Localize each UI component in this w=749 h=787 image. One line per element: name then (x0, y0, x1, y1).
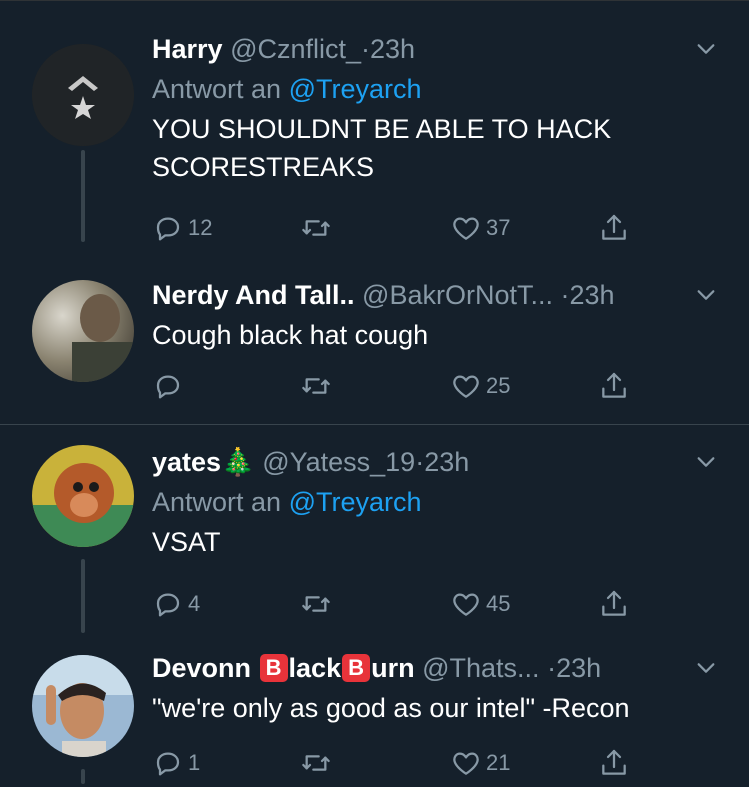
tweet-yates[interactable]: yates🎄 @Yatess_19·23h Antwort an @Treyar… (0, 425, 749, 635)
heart-icon (453, 375, 479, 398)
retweet-button[interactable] (300, 212, 336, 244)
like-count: 37 (486, 215, 511, 240)
letter-b-badge: B (259, 654, 288, 682)
share-button[interactable] (598, 370, 630, 402)
author-name[interactable]: yates (152, 447, 221, 477)
heart-icon (453, 217, 479, 240)
like-count: 21 (486, 750, 511, 775)
timestamp[interactable]: 23h (370, 34, 415, 64)
like-count: 25 (486, 373, 511, 398)
share-icon (602, 749, 626, 775)
author-name[interactable]: Devonn Black Burn (152, 653, 415, 683)
author-handle[interactable]: @Yatess_19 (262, 447, 415, 477)
avatar-harry[interactable] (32, 44, 134, 146)
separator-dot: · (361, 34, 371, 64)
chevron-down-icon[interactable] (695, 657, 717, 679)
reply-mention-link[interactable]: @Treyarch (289, 74, 422, 104)
thread-line (81, 559, 85, 633)
author-handle[interactable]: @Cznflict_ (230, 34, 361, 64)
reply-icon (156, 752, 180, 776)
reply-prefix: Antwort an (152, 487, 282, 517)
tweet-actions: 25 (152, 370, 652, 410)
author-handle[interactable]: @Thats... (422, 653, 539, 683)
tweet-devonn[interactable]: Devonn Black Burn @Thats... ·23h "we're o… (0, 635, 749, 784)
timestamp[interactable]: 23h (424, 447, 469, 477)
tweet-header: Nerdy And Tall.. @BakrOrNotT... ·23h (152, 278, 729, 312)
tweet-harry[interactable]: Harry @Cznflict_·23h Antwort an @Treyarc… (0, 0, 749, 260)
share-button[interactable] (598, 588, 630, 620)
reply-icon (156, 593, 180, 617)
tweet-actions: 4 45 (152, 588, 652, 628)
timestamp[interactable]: 23h (556, 653, 601, 683)
christmas-tree-icon: 🎄 (221, 447, 255, 477)
like-button[interactable]: 25 (450, 370, 510, 402)
tweet-nerdy[interactable]: Nerdy And Tall.. @BakrOrNotT... ·23h Cou… (0, 260, 749, 424)
reply-button[interactable]: 1 (152, 747, 200, 779)
tweet-text: Cough black hat cough (152, 320, 429, 350)
letter-b-badge: B (342, 654, 371, 682)
thread-line (81, 150, 85, 242)
share-button[interactable] (598, 747, 630, 779)
reply-context: Antwort an @Treyarch (152, 72, 729, 106)
retweet-button[interactable] (300, 588, 336, 620)
share-icon (602, 590, 626, 616)
author-name[interactable]: Nerdy And Tall.. (152, 280, 355, 310)
separator-dot: · (547, 653, 557, 683)
timestamp[interactable]: 23h (570, 280, 615, 310)
chevron-down-icon[interactable] (695, 451, 717, 473)
reply-context: Antwort an @Treyarch (152, 485, 729, 519)
reply-icon (156, 375, 180, 399)
tweet-actions: 1 21 (152, 747, 652, 787)
tweet-text: YOU SHOULDNT BE ABLE TO HACK SCORESTREAK… (152, 114, 612, 182)
retweet-icon (302, 378, 330, 394)
tweet-header: yates🎄 @Yatess_19·23h (152, 445, 729, 479)
share-icon (602, 372, 626, 398)
retweet-icon (302, 220, 330, 236)
author-name[interactable]: Harry (152, 34, 223, 64)
retweet-button[interactable] (300, 747, 336, 779)
author-name-part: Devonn (152, 653, 252, 683)
chevron-down-icon[interactable] (695, 284, 717, 306)
author-name-part: lack (288, 653, 342, 683)
share-button[interactable] (598, 212, 630, 244)
reply-prefix: Antwort an (152, 74, 282, 104)
reply-count: 4 (188, 591, 201, 616)
tweet-header: Harry @Cznflict_·23h (152, 32, 729, 66)
tweet-text: VSAT (152, 527, 221, 557)
chevron-down-icon[interactable] (695, 38, 717, 60)
reply-count: 12 (188, 215, 213, 240)
heart-icon (453, 593, 479, 616)
reply-button[interactable] (152, 370, 188, 402)
retweet-icon (302, 596, 330, 612)
like-button[interactable]: 37 (450, 212, 510, 244)
reply-icon (156, 217, 180, 241)
author-handle[interactable]: @BakrOrNotT... (362, 280, 553, 310)
like-count: 45 (486, 591, 511, 616)
retweet-icon (302, 755, 330, 771)
reply-button[interactable]: 4 (152, 588, 200, 620)
avatar-yates[interactable] (32, 445, 134, 547)
tweet-actions: 12 37 (152, 212, 652, 252)
share-icon (602, 214, 626, 240)
reply-count: 1 (188, 750, 201, 775)
retweet-button[interactable] (300, 370, 336, 402)
separator-dot: · (415, 447, 425, 477)
avatar-nerdy[interactable] (32, 280, 134, 382)
thread-line (81, 769, 85, 784)
author-name-part: urn (371, 653, 415, 683)
like-button[interactable]: 21 (450, 747, 510, 779)
separator-dot: · (560, 280, 570, 310)
tweet-header: Devonn Black Burn @Thats... ·23h (152, 651, 729, 685)
avatar-devonn[interactable] (32, 655, 134, 757)
like-button[interactable]: 45 (450, 588, 510, 620)
heart-icon (453, 752, 479, 775)
reply-button[interactable]: 12 (152, 212, 212, 244)
tweet-text: "we're only as good as our intel" -Recon (152, 693, 630, 723)
reply-mention-link[interactable]: @Treyarch (289, 487, 422, 517)
